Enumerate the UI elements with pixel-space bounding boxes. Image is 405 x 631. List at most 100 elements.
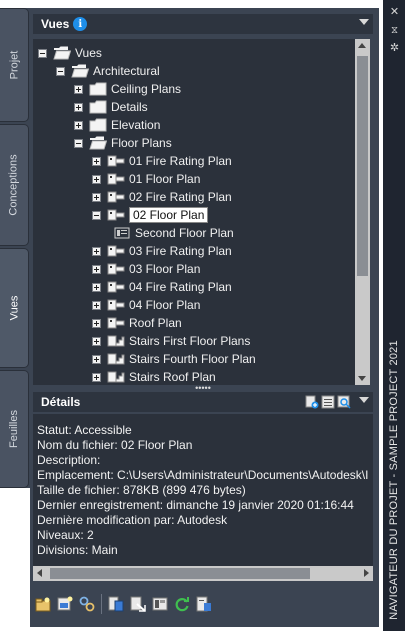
tree-item[interactable]: Vues xyxy=(38,44,102,62)
refresh-button[interactable] xyxy=(172,594,192,614)
tree-item[interactable]: Stairs Fourth Floor Plan xyxy=(92,350,256,368)
tab-conceptions[interactable]: Conceptions xyxy=(0,124,29,246)
settings-icon[interactable]: ✲ xyxy=(388,42,401,55)
tab-projet-label: Projet xyxy=(8,50,20,80)
collapse-icon[interactable] xyxy=(56,66,65,76)
preview-icon[interactable] xyxy=(337,395,351,409)
expand-icon[interactable] xyxy=(92,156,101,166)
collapse-icon[interactable] xyxy=(74,138,83,148)
tree-item[interactable]: 03 Fire Rating Plan xyxy=(92,242,232,260)
open-xref-button[interactable] xyxy=(106,594,126,614)
tree-item[interactable]: Second Floor Plan xyxy=(98,224,234,242)
info-icon[interactable]: i xyxy=(73,17,88,31)
panel-splitter[interactable]: ••••• xyxy=(33,384,373,393)
detail-line: Taille de fichier: 878KB (899 476 bytes) xyxy=(37,483,246,497)
tree-item-label: Second Floor Plan xyxy=(135,226,234,240)
tree-item-label: 02 Fire Rating Plan xyxy=(129,190,232,204)
vues-menu-dropdown-icon[interactable] xyxy=(359,19,369,25)
properties-icon[interactable] xyxy=(305,395,319,409)
expand-icon[interactable] xyxy=(92,174,101,184)
tree-item[interactable]: Stairs First Floor Plans xyxy=(92,332,250,350)
palette-title[interactable]: NAVIGATEUR DU PROJET - SAMPLE PROJECT 20… xyxy=(384,340,404,620)
expand-icon[interactable] xyxy=(92,192,101,202)
tree-item-label: Elevation xyxy=(111,118,161,132)
scroll-down-arrow-icon[interactable] xyxy=(358,376,366,381)
scroll-up-arrow-icon[interactable] xyxy=(358,43,366,48)
expand-icon[interactable] xyxy=(92,372,101,382)
expand-icon[interactable] xyxy=(74,84,83,94)
stair-view-icon xyxy=(107,353,125,365)
tree-item[interactable]: 01 Floor Plan xyxy=(92,170,200,188)
tree-item-label: 04 Floor Plan xyxy=(129,298,201,312)
new-view-button[interactable] xyxy=(33,594,53,614)
expand-icon[interactable] xyxy=(74,102,83,112)
tab-projet[interactable]: Projet xyxy=(0,8,29,122)
view-icon xyxy=(107,281,125,293)
view-icon xyxy=(107,317,125,329)
launch-button[interactable] xyxy=(194,594,214,614)
tree-item[interactable]: Elevation xyxy=(74,116,160,134)
autohide-icon[interactable]: ⧖ xyxy=(388,24,401,37)
detail-line: Dernière modification par: Autodesk xyxy=(37,513,228,527)
expand-icon[interactable] xyxy=(92,246,101,256)
tree-item-label: 01 Fire Rating Plan xyxy=(129,154,232,168)
project-setup-icon xyxy=(79,596,95,612)
scroll-thumb[interactable] xyxy=(357,56,368,276)
detail-line: Emplacement: C:\Users\Administrateur\Doc… xyxy=(37,468,369,482)
collapse-icon[interactable] xyxy=(38,48,47,58)
tab-feuilles-label: Feuilles xyxy=(8,410,20,448)
tab-feuilles[interactable]: Feuilles xyxy=(0,370,29,488)
sheet-icon xyxy=(152,597,168,611)
new-view-icon xyxy=(35,597,51,612)
tree-item[interactable]: Architectural xyxy=(56,62,160,80)
hscroll-thumb[interactable] xyxy=(50,568,310,579)
expand-icon[interactable] xyxy=(92,336,101,346)
tree-item[interactable]: 02 Fire Rating Plan xyxy=(92,188,232,206)
details-menu-dropdown-icon[interactable] xyxy=(359,397,369,403)
detail-line: Dernier enregistrement: dimanche 19 janv… xyxy=(37,498,354,512)
new-view-dwg-button[interactable] xyxy=(55,594,75,614)
expand-icon[interactable] xyxy=(92,300,101,310)
close-icon[interactable]: ✕ xyxy=(388,6,401,19)
tree-item[interactable]: Details xyxy=(74,98,148,116)
tree-item-label: Stairs Roof Plan xyxy=(129,370,216,384)
expand-icon[interactable] xyxy=(92,264,101,274)
tab-vues-label: Vues xyxy=(7,295,20,321)
expand-icon[interactable] xyxy=(92,318,101,328)
sheet-button[interactable] xyxy=(150,594,170,614)
tree-item[interactable]: 04 Floor Plan xyxy=(92,296,200,314)
tree-item-label: 01 Floor Plan xyxy=(129,172,201,186)
expand-icon[interactable] xyxy=(92,282,101,292)
view-icon xyxy=(107,263,125,275)
repath-button[interactable] xyxy=(128,594,148,614)
detail-line: Niveaux: 2 xyxy=(37,528,94,542)
details-horizontal-scrollbar[interactable] xyxy=(33,566,373,581)
tree-item-label: 03 Fire Rating Plan xyxy=(129,244,232,258)
tree-item-label: Details xyxy=(111,100,148,114)
expand-icon[interactable] xyxy=(74,120,83,130)
tree-item[interactable]: 03 Floor Plan xyxy=(92,260,200,278)
palette-title-strip: ✕ ⧖ ✲ NAVIGATEUR DU PROJET - SAMPLE PROJ… xyxy=(383,0,405,631)
tree-item[interactable]: 02 Floor Plan xyxy=(92,206,209,224)
tree-item[interactable]: 04 Fire Rating Plan xyxy=(92,278,232,296)
tab-vues[interactable]: Vues xyxy=(0,248,29,368)
expand-icon[interactable] xyxy=(92,354,101,364)
folder-open-icon xyxy=(71,64,89,78)
tree-item-label: 02 Floor Plan xyxy=(129,207,209,223)
tree-item-label: Ceiling Plans xyxy=(111,82,182,96)
tab-conceptions-label: Conceptions xyxy=(8,154,20,216)
project-setup-button[interactable] xyxy=(77,594,97,614)
tree-item[interactable]: 01 Fire Rating Plan xyxy=(92,152,232,170)
tree-vertical-scrollbar[interactable] xyxy=(355,39,370,385)
tree-item[interactable]: Floor Plans xyxy=(74,134,172,152)
view-icon xyxy=(107,245,125,257)
scroll-right-arrow-icon[interactable] xyxy=(364,569,369,577)
left-tab-bar: Projet Conceptions Vues Feuilles xyxy=(0,8,30,488)
tree-item[interactable]: Roof Plan xyxy=(92,314,182,332)
views-tree[interactable]: Vues Architectural Ceiling Plans Details Ele… xyxy=(33,39,355,385)
vues-header: Vues i xyxy=(33,14,373,34)
tree-item[interactable]: Ceiling Plans xyxy=(74,80,181,98)
details-list-icon[interactable] xyxy=(321,395,335,409)
scroll-left-arrow-icon[interactable] xyxy=(37,569,42,577)
collapse-icon[interactable] xyxy=(92,210,101,220)
